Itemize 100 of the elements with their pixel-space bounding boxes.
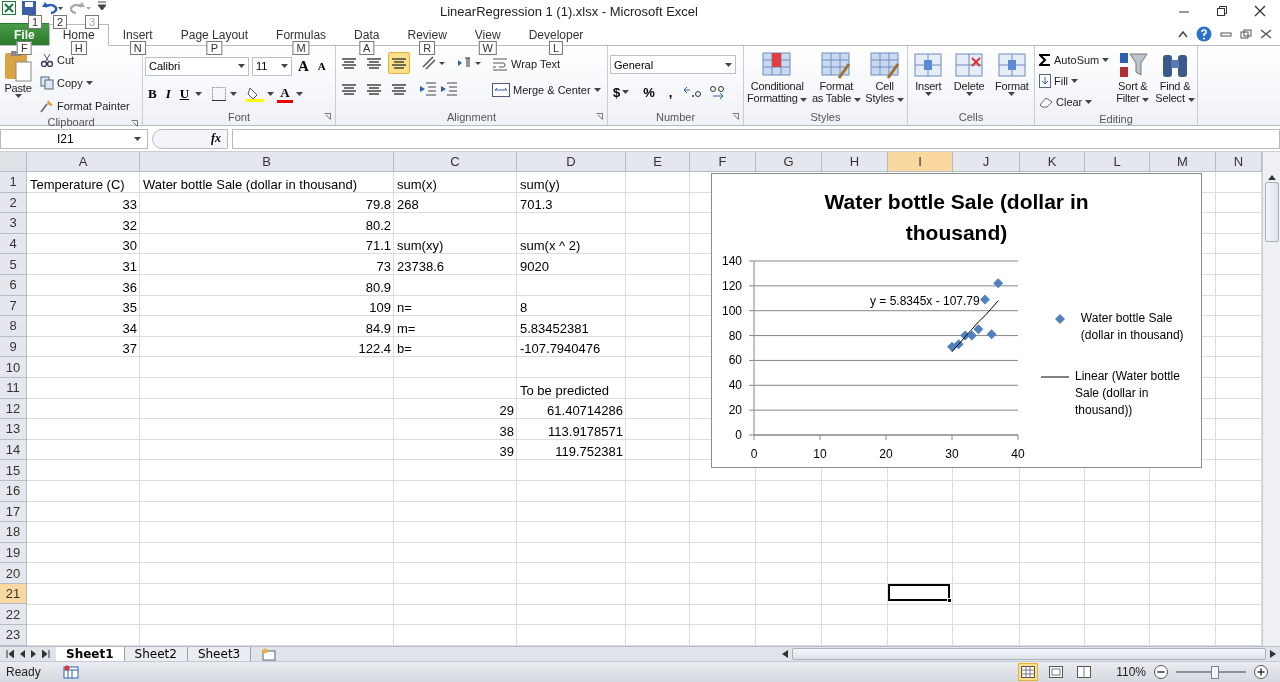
caret-icon[interactable] bbox=[238, 64, 245, 68]
table-cell[interactable]: 23738.6 bbox=[394, 254, 517, 275]
row-header[interactable]: 12 bbox=[0, 398, 27, 420]
comma-button[interactable]: , bbox=[665, 82, 676, 102]
column-header[interactable]: D bbox=[517, 152, 626, 172]
dialog-launcher-icon[interactable] bbox=[732, 113, 739, 120]
sheet-tab[interactable]: Sheet1 bbox=[56, 646, 125, 662]
column-header[interactable]: L bbox=[1085, 152, 1150, 172]
caret-icon[interactable] bbox=[1142, 98, 1150, 102]
undo-icon[interactable] bbox=[42, 1, 64, 15]
wrap-text-button[interactable]: Wrap Text bbox=[490, 54, 603, 74]
italic-button[interactable]: I bbox=[162, 84, 174, 104]
format-cells-button[interactable]: Format bbox=[994, 50, 1030, 109]
orientation-icon[interactable] bbox=[421, 55, 447, 71]
table-cell[interactable]: m= bbox=[394, 316, 517, 337]
column-header[interactable]: G bbox=[756, 152, 822, 172]
scroll-left-icon[interactable] bbox=[782, 650, 788, 658]
row-header[interactable]: 9 bbox=[0, 336, 27, 358]
row-header[interactable]: 17 bbox=[0, 501, 27, 523]
table-cell[interactable]: Water bottle Sale (dollar in thousand) bbox=[140, 172, 394, 193]
caret-icon[interactable] bbox=[85, 81, 93, 85]
table-cell[interactable]: 37 bbox=[27, 336, 140, 358]
scroll-thumb[interactable] bbox=[1264, 182, 1279, 242]
table-cell[interactable]: 35 bbox=[27, 295, 140, 317]
table-cell[interactable]: 80.9 bbox=[140, 274, 394, 296]
grow-font-button[interactable]: A bbox=[295, 56, 312, 76]
row-header[interactable]: 4 bbox=[0, 233, 27, 255]
caret-icon[interactable] bbox=[853, 98, 861, 102]
table-cell[interactable]: 39 bbox=[394, 439, 517, 461]
table-cell[interactable]: 119.752381 bbox=[517, 439, 626, 461]
formula-input[interactable] bbox=[232, 128, 1280, 149]
zoom-in-icon[interactable] bbox=[1254, 665, 1268, 679]
clear-button[interactable]: Clear bbox=[1037, 92, 1112, 112]
row-header[interactable]: 18 bbox=[0, 522, 27, 543]
dialog-launcher-icon[interactable] bbox=[596, 113, 603, 120]
table-cell[interactable]: 9020 bbox=[517, 254, 626, 275]
table-cell[interactable]: 38 bbox=[394, 419, 517, 440]
table-cell[interactable]: -107.7940476 bbox=[517, 336, 626, 358]
row-header[interactable]: 23 bbox=[0, 625, 27, 646]
normal-view-button[interactable] bbox=[1018, 663, 1039, 681]
minimize-ribbon-icon[interactable] bbox=[1178, 30, 1188, 38]
column-header[interactable]: M bbox=[1150, 152, 1216, 172]
previous-sheet-icon[interactable] bbox=[18, 650, 26, 658]
caret-icon[interactable] bbox=[1085, 100, 1093, 104]
bottom-align-button[interactable] bbox=[388, 52, 410, 74]
table-cell[interactable]: sum(x ^ 2) bbox=[517, 233, 626, 255]
caret-icon[interactable] bbox=[965, 92, 973, 96]
column-header[interactable]: H bbox=[822, 152, 888, 172]
insert-function-button[interactable]: fx bbox=[152, 128, 228, 149]
column-header[interactable]: C bbox=[394, 152, 517, 172]
merge-center-button[interactable]: Merge & Center bbox=[490, 80, 603, 100]
row-header[interactable]: 16 bbox=[0, 480, 27, 502]
caret-icon[interactable] bbox=[14, 94, 22, 98]
table-cell[interactable]: 73 bbox=[140, 254, 394, 275]
zoom-slider-thumb[interactable] bbox=[1210, 665, 1219, 679]
excel-logo-icon[interactable] bbox=[2, 1, 16, 15]
font-name-dropdown[interactable]: Calibri bbox=[145, 56, 249, 76]
minimize-icon[interactable] bbox=[1220, 29, 1232, 39]
name-box[interactable]: I21 bbox=[0, 128, 148, 149]
customize-menu-icon[interactable] bbox=[98, 1, 106, 11]
caret-icon[interactable] bbox=[134, 136, 141, 141]
caret-icon[interactable] bbox=[295, 92, 303, 96]
caret-icon[interactable] bbox=[281, 64, 288, 68]
row-header[interactable]: 6 bbox=[0, 274, 27, 296]
cell-styles-button[interactable]: Cell Styles bbox=[864, 50, 905, 109]
caret-icon[interactable] bbox=[230, 92, 238, 96]
table-cell[interactable]: 701.3 bbox=[517, 192, 626, 214]
caret-icon[interactable] bbox=[1187, 98, 1195, 102]
font-size-dropdown[interactable]: 11 bbox=[252, 56, 292, 76]
row-header[interactable]: 5 bbox=[0, 254, 27, 275]
caret-icon[interactable] bbox=[593, 88, 601, 92]
delete-cells-button[interactable]: Delete bbox=[952, 50, 986, 109]
table-cell[interactable]: 32 bbox=[27, 213, 140, 234]
fill-handle[interactable] bbox=[947, 598, 952, 604]
table-cell[interactable]: 80.2 bbox=[140, 213, 394, 234]
copy-button[interactable]: Copy bbox=[38, 73, 132, 93]
table-cell[interactable]: sum(xy) bbox=[394, 233, 517, 255]
table-cell[interactable]: 268 bbox=[394, 192, 517, 214]
caret-icon[interactable] bbox=[897, 98, 904, 102]
number-format-dropdown[interactable]: General bbox=[610, 55, 736, 74]
column-header[interactable]: J bbox=[953, 152, 1020, 172]
table-cell[interactable]: 29 bbox=[394, 398, 517, 420]
row-header[interactable]: 11 bbox=[0, 377, 27, 399]
macro-record-icon[interactable] bbox=[62, 665, 79, 679]
caret-icon[interactable] bbox=[1008, 92, 1016, 96]
caret-icon[interactable] bbox=[725, 62, 732, 67]
row-header[interactable]: 2 bbox=[0, 192, 27, 214]
next-sheet-icon[interactable] bbox=[30, 650, 38, 658]
row-header[interactable]: 7 bbox=[0, 295, 27, 317]
column-header[interactable]: F bbox=[690, 152, 756, 172]
sort-filter-button[interactable]: Sort & Filter bbox=[1115, 50, 1151, 112]
row-header[interactable]: 15 bbox=[0, 460, 27, 481]
font-color-button[interactable]: A bbox=[277, 85, 293, 103]
table-cell[interactable]: 71.1 bbox=[140, 233, 394, 255]
table-cell[interactable]: Temperature (C) bbox=[27, 172, 140, 193]
scroll-thumb[interactable] bbox=[792, 648, 1266, 660]
currency-button[interactable]: $ bbox=[610, 82, 633, 102]
underline-button[interactable]: U bbox=[176, 84, 193, 104]
row-header[interactable]: 10 bbox=[0, 357, 27, 378]
table-cell[interactable]: sum(x) bbox=[394, 172, 517, 193]
